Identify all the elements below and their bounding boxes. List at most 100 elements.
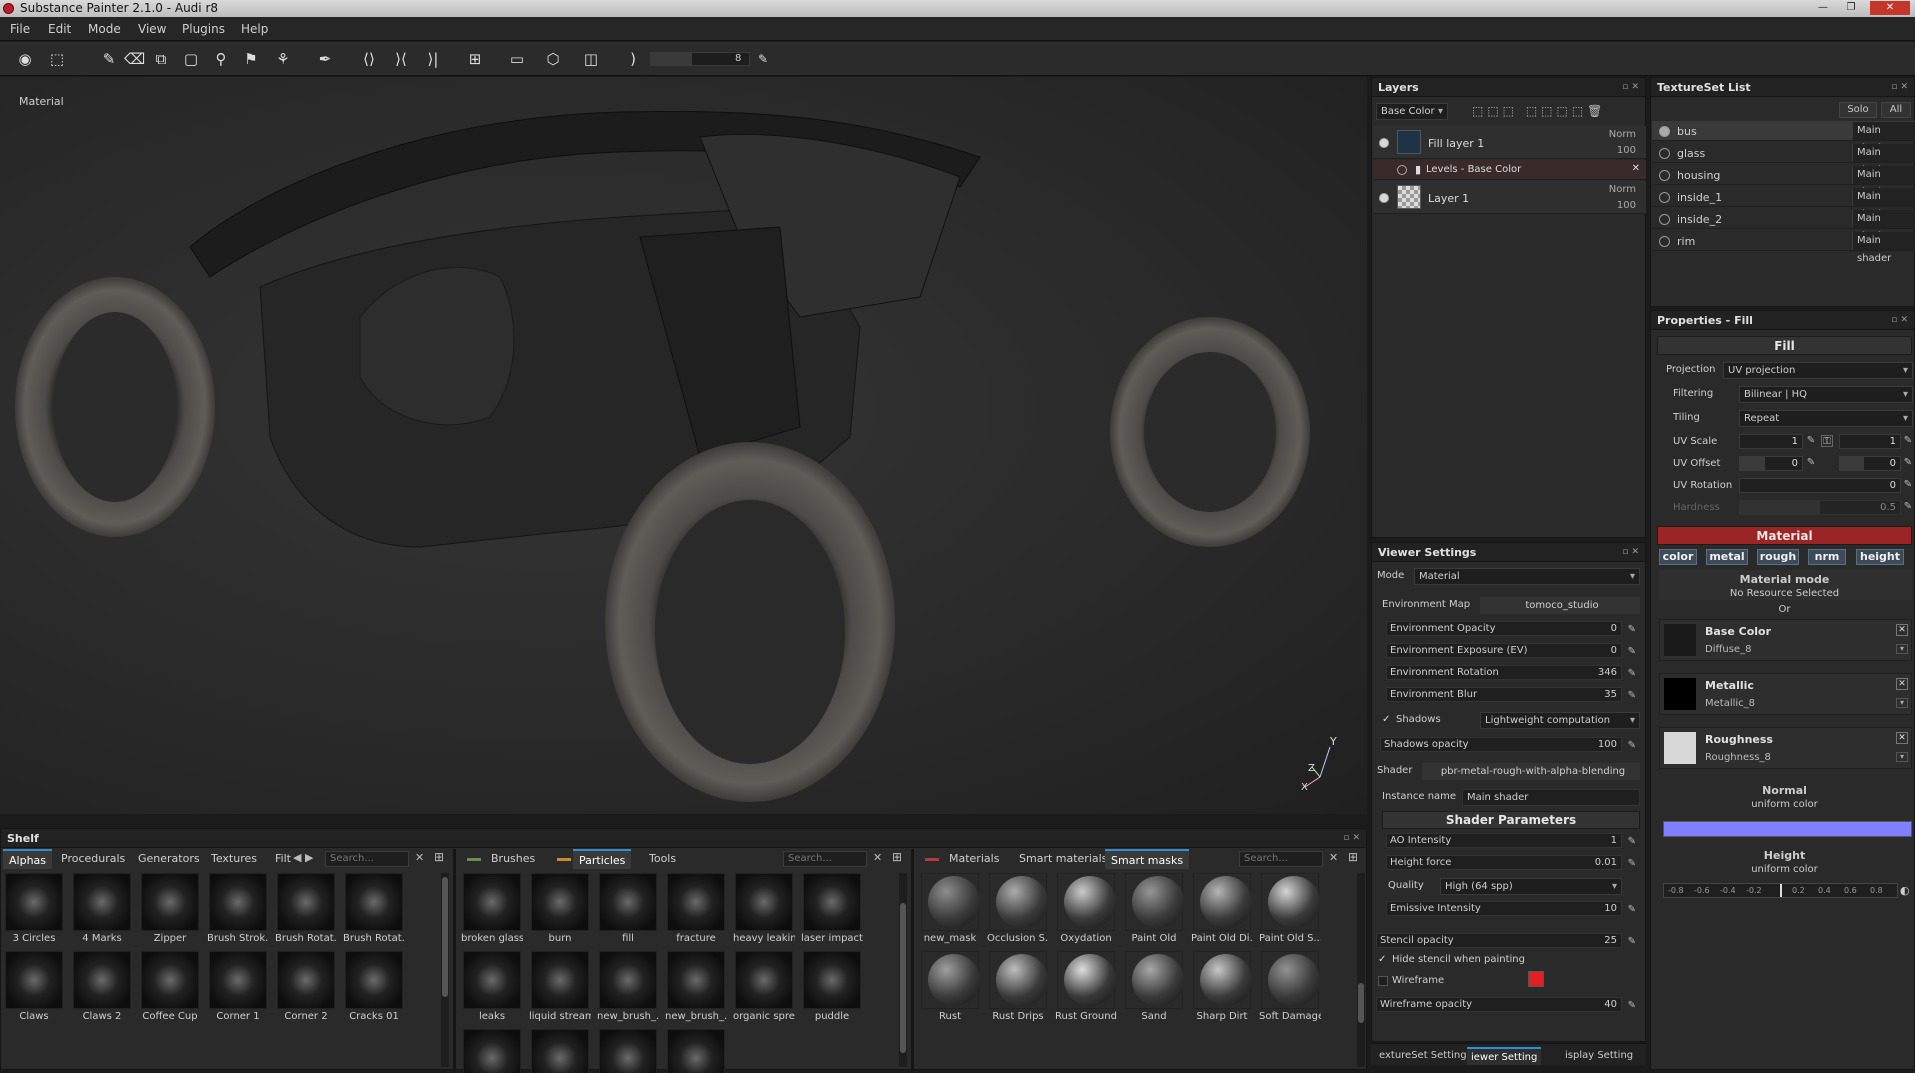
alphas-search[interactable]: Search... xyxy=(325,851,409,867)
grid-view-icon[interactable]: ⊞ xyxy=(1348,850,1358,864)
symmetry-icon[interactable]: ⟨⟩ xyxy=(360,50,378,68)
roughness-swatch[interactable] xyxy=(1664,732,1696,764)
projection-icon[interactable]: ⧉ xyxy=(152,50,170,68)
wireframe-checkbox[interactable] xyxy=(1378,976,1388,986)
masks-scrollbar[interactable] xyxy=(1357,873,1365,1067)
shelf-item[interactable]: liquid stream xyxy=(529,951,591,1027)
shelf-item[interactable]: splat xyxy=(597,1029,659,1073)
envmap-field[interactable]: tomoco_studio xyxy=(1480,597,1640,614)
shelf-item[interactable]: Cracks 01 xyxy=(343,951,405,1027)
shelf-item[interactable]: new_brush_... xyxy=(597,951,659,1027)
menu-file[interactable]: File xyxy=(10,22,30,36)
shelf-item[interactable]: Paint Old Di... xyxy=(1191,873,1253,949)
effect-visibility-icon[interactable] xyxy=(1397,165,1407,175)
video-icon[interactable]: ▭ xyxy=(508,50,526,68)
height-force-slider[interactable]: Height force 0.01 ✎ xyxy=(1386,855,1636,870)
shelf-item[interactable]: Soft Damages xyxy=(1259,951,1321,1027)
shelf-item[interactable]: Corner 1 xyxy=(207,951,269,1027)
base-color-slot[interactable]: Base Color Diffuse_8 ✕ ▾ xyxy=(1659,619,1912,661)
tab-brushes[interactable]: Brushes xyxy=(485,849,541,869)
uvoffset-u-slider[interactable]: 0 xyxy=(1739,456,1803,471)
shelf-item[interactable]: Brush Strok... xyxy=(207,873,269,949)
scroll-thumb[interactable] xyxy=(442,877,448,997)
shelf-item[interactable]: organic spre... xyxy=(733,951,795,1027)
layer-opacity[interactable]: 100 xyxy=(1617,145,1636,156)
pencil-icon[interactable]: ✎ xyxy=(1628,903,1636,917)
remove-icon[interactable]: ✕ xyxy=(1896,624,1908,636)
instance-field[interactable]: Main shader xyxy=(1462,789,1640,806)
save-icon[interactable]: ⬚ xyxy=(48,50,66,68)
dropdown-icon[interactable]: ▾ xyxy=(1896,698,1908,708)
menu-edit[interactable]: Edit xyxy=(48,22,71,36)
shelf-item[interactable]: burn xyxy=(529,873,591,949)
metallic-swatch[interactable] xyxy=(1664,678,1696,710)
clear-search-icon[interactable]: ✕ xyxy=(873,851,882,864)
tab-display-settings[interactable]: isplay Setting xyxy=(1561,1047,1637,1065)
shelf-item[interactable]: 3 Circles xyxy=(3,873,65,949)
shelf-item[interactable]: Sand xyxy=(1123,951,1185,1027)
close-button[interactable]: ✕ xyxy=(1870,1,1910,15)
shelf-item[interactable]: fill xyxy=(597,873,659,949)
smudge-icon[interactable]: ⚲ xyxy=(212,50,230,68)
shelf-item[interactable]: Corner 2 xyxy=(275,951,337,1027)
channel-color-button[interactable]: color xyxy=(1659,549,1697,565)
pencil-icon[interactable]: ✎ xyxy=(1628,935,1636,949)
pencil-icon[interactable]: ✎ xyxy=(1628,999,1636,1013)
visibility-icon[interactable] xyxy=(1379,193,1389,203)
remove-icon[interactable]: ✕ xyxy=(1896,678,1908,690)
textureset-item[interactable]: inside_1 Main shader xyxy=(1652,187,1915,220)
material-section-header[interactable]: Material xyxy=(1657,526,1912,545)
quality-dropdown[interactable]: High (64 spp) xyxy=(1440,878,1622,895)
shelf-item[interactable]: Brush Rotat... xyxy=(343,873,405,949)
projection-dropdown[interactable]: UV projection xyxy=(1723,362,1913,379)
tab-alphas[interactable]: Alphas xyxy=(3,849,53,869)
radio[interactable] xyxy=(1659,148,1670,159)
env-blur-slider[interactable]: Environment Blur 35 ✎ xyxy=(1386,687,1636,702)
env-opacity-slider[interactable]: Environment Opacity 0 ✎ xyxy=(1386,621,1636,636)
shadows-dropdown[interactable]: Lightweight computation xyxy=(1480,712,1640,729)
radio[interactable] xyxy=(1659,214,1670,225)
pencil-icon[interactable]: ✎ xyxy=(754,50,772,68)
layer-row-fill[interactable]: Fill layer 1 Norm 100 xyxy=(1373,126,1646,159)
pencil-icon[interactable]: ✎ xyxy=(1628,667,1636,681)
shadows-opacity-slider[interactable]: Shadows opacity 100 ✎ xyxy=(1380,737,1636,752)
shelf-item[interactable]: puddle xyxy=(801,951,863,1027)
shelf-item[interactable]: broken glass xyxy=(461,873,523,949)
shelf-item[interactable]: Oxydation xyxy=(1055,873,1117,949)
tiling-dropdown[interactable]: Repeat xyxy=(1739,410,1913,427)
height-slider[interactable]: -0.8 -0.6 -0.4 -0.2 0.2 0.4 0.6 0.8 xyxy=(1663,883,1898,898)
dropdown-icon[interactable]: ▾ xyxy=(1896,644,1908,654)
shelf-item[interactable]: leaks xyxy=(461,951,523,1027)
mirror-icon[interactable]: ⟩⟨ xyxy=(392,50,410,68)
render-icon[interactable]: ◫ xyxy=(582,50,600,68)
layer-tool-icons[interactable]: ⬚⬚⬚ ⬚⬚⬚⬚🗑 xyxy=(1472,104,1606,118)
pencil-icon[interactable]: ✎ xyxy=(1902,435,1914,447)
mode-dropdown[interactable]: Material xyxy=(1414,568,1640,585)
channel-metal-button[interactable]: metal xyxy=(1706,549,1748,565)
tab-smart-masks[interactable]: Smart masks xyxy=(1105,849,1190,869)
uvrotation-slider[interactable]: 0 xyxy=(1739,478,1901,493)
pencil-icon[interactable]: ✎ xyxy=(1628,835,1636,849)
pencil-icon[interactable]: ✎ xyxy=(1805,435,1817,447)
roughness-slot[interactable]: Roughness Roughness_8 ✕ ▾ xyxy=(1659,727,1912,769)
shader-dropdown[interactable]: Main shader xyxy=(1852,232,1915,264)
shelf-item[interactable]: Brush Rotat... xyxy=(275,873,337,949)
env-exposure-slider[interactable]: Environment Exposure (EV) 0 ✎ xyxy=(1386,643,1636,658)
tab-procedurals[interactable]: Procedurals xyxy=(55,849,131,869)
channel-rough-button[interactable]: rough xyxy=(1757,549,1799,565)
shader-dropdown[interactable]: Main shader xyxy=(1852,166,1915,198)
shelf-item[interactable]: new_brush_... xyxy=(665,951,727,1027)
blend-mode[interactable]: Norm xyxy=(1609,129,1636,140)
panel-controls-icon[interactable]: ▫ ✕ xyxy=(1343,829,1360,848)
panel-controls-icon[interactable]: ▫ ✕ xyxy=(1891,78,1908,97)
eraser-icon[interactable]: ⌫ xyxy=(124,50,145,68)
viewport-3d[interactable]: Material Y Z X xyxy=(0,77,1367,814)
shader-dropdown[interactable]: Main shader xyxy=(1852,188,1915,220)
base-color-swatch[interactable] xyxy=(1664,624,1696,656)
scroll-thumb[interactable] xyxy=(900,903,906,1053)
uvscale-u-slider[interactable]: 1 xyxy=(1739,434,1803,449)
height-handle[interactable] xyxy=(1780,884,1782,897)
shelf-item[interactable]: Sharp Dirt xyxy=(1191,951,1253,1027)
cube-icon[interactable]: ⬡ xyxy=(544,50,562,68)
menu-help[interactable]: Help xyxy=(241,22,268,36)
